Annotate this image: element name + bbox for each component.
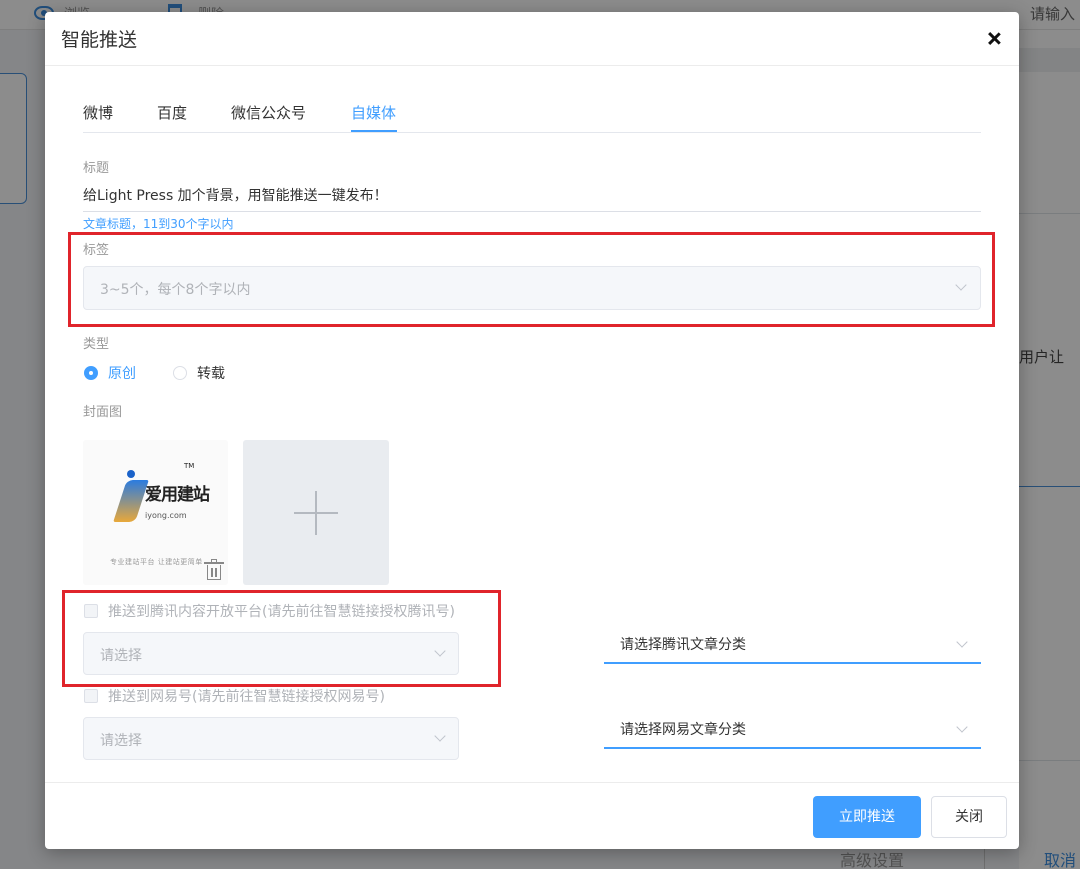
logo-mark — [113, 480, 149, 522]
type-field-label: 类型 — [83, 337, 110, 352]
smart-push-dialog: 智能推送 微博 百度 微信公众号 自媒体 标题 给Light Press 加个背… — [45, 12, 1019, 849]
tab-wechat-official[interactable]: 微信公众号 — [231, 102, 306, 123]
netease-account-select[interactable]: 请选择 — [83, 717, 459, 760]
logo-trademark: TM — [184, 462, 195, 470]
chevron-down-icon — [434, 730, 446, 742]
tencent-category-placeholder: 请选择腾讯文章分类 — [620, 637, 746, 653]
highlight-box — [62, 590, 501, 687]
netease-account-placeholder: 请选择 — [100, 733, 142, 749]
tab-baidu[interactable]: 百度 — [157, 102, 187, 123]
netease-category-placeholder: 请选择网易文章分类 — [620, 722, 746, 738]
active-tab-indicator — [351, 130, 397, 132]
netease-category-select[interactable]: 请选择网易文章分类 — [604, 709, 981, 749]
radio-original[interactable] — [84, 366, 98, 380]
title-input-underline — [83, 211, 981, 212]
upload-cover-button[interactable] — [243, 440, 389, 585]
title-input[interactable]: 给Light Press 加个背景，用智能推送一键发布！ — [83, 185, 388, 205]
radio-repost[interactable] — [173, 366, 187, 380]
cover-field-label: 封面图 — [83, 405, 123, 420]
platform-tabs: 微博 百度 微信公众号 自媒体 — [83, 100, 981, 133]
dialog-title: 智能推送 — [61, 29, 138, 51]
dialog-footer: 立即推送 关闭 — [45, 782, 1019, 849]
plus-icon — [294, 491, 338, 535]
highlight-box — [68, 232, 995, 327]
radio-original-label[interactable]: 原创 — [108, 363, 136, 383]
chevron-down-icon — [956, 636, 968, 648]
netease-push-label: 推送到网易号(请先前往智慧链接授权网易号) — [108, 689, 385, 705]
logo-brand-text: 爱用建站 — [145, 485, 210, 505]
close-button[interactable]: 关闭 — [931, 796, 1007, 838]
title-field-label: 标题 — [83, 161, 110, 176]
logo-url: iyong.com — [145, 511, 187, 520]
tencent-category-select[interactable]: 请选择腾讯文章分类 — [604, 624, 981, 664]
push-now-button[interactable]: 立即推送 — [813, 796, 921, 838]
delete-cover-icon[interactable] — [204, 559, 224, 581]
radio-repost-label[interactable]: 转载 — [197, 363, 225, 383]
logo-mark — [127, 470, 135, 478]
tab-self-media[interactable]: 自媒体 — [351, 102, 396, 123]
chevron-down-icon — [956, 721, 968, 733]
tab-weibo[interactable]: 微博 — [83, 102, 113, 123]
close-icon[interactable] — [985, 30, 1003, 48]
logo-slogan: 专业建站平台 让建站更简单 — [110, 558, 203, 566]
title-hint: 文章标题，11到30个字以内 — [83, 217, 234, 231]
dialog-header: 智能推送 — [45, 12, 1019, 66]
netease-push-checkbox[interactable] — [84, 689, 98, 703]
